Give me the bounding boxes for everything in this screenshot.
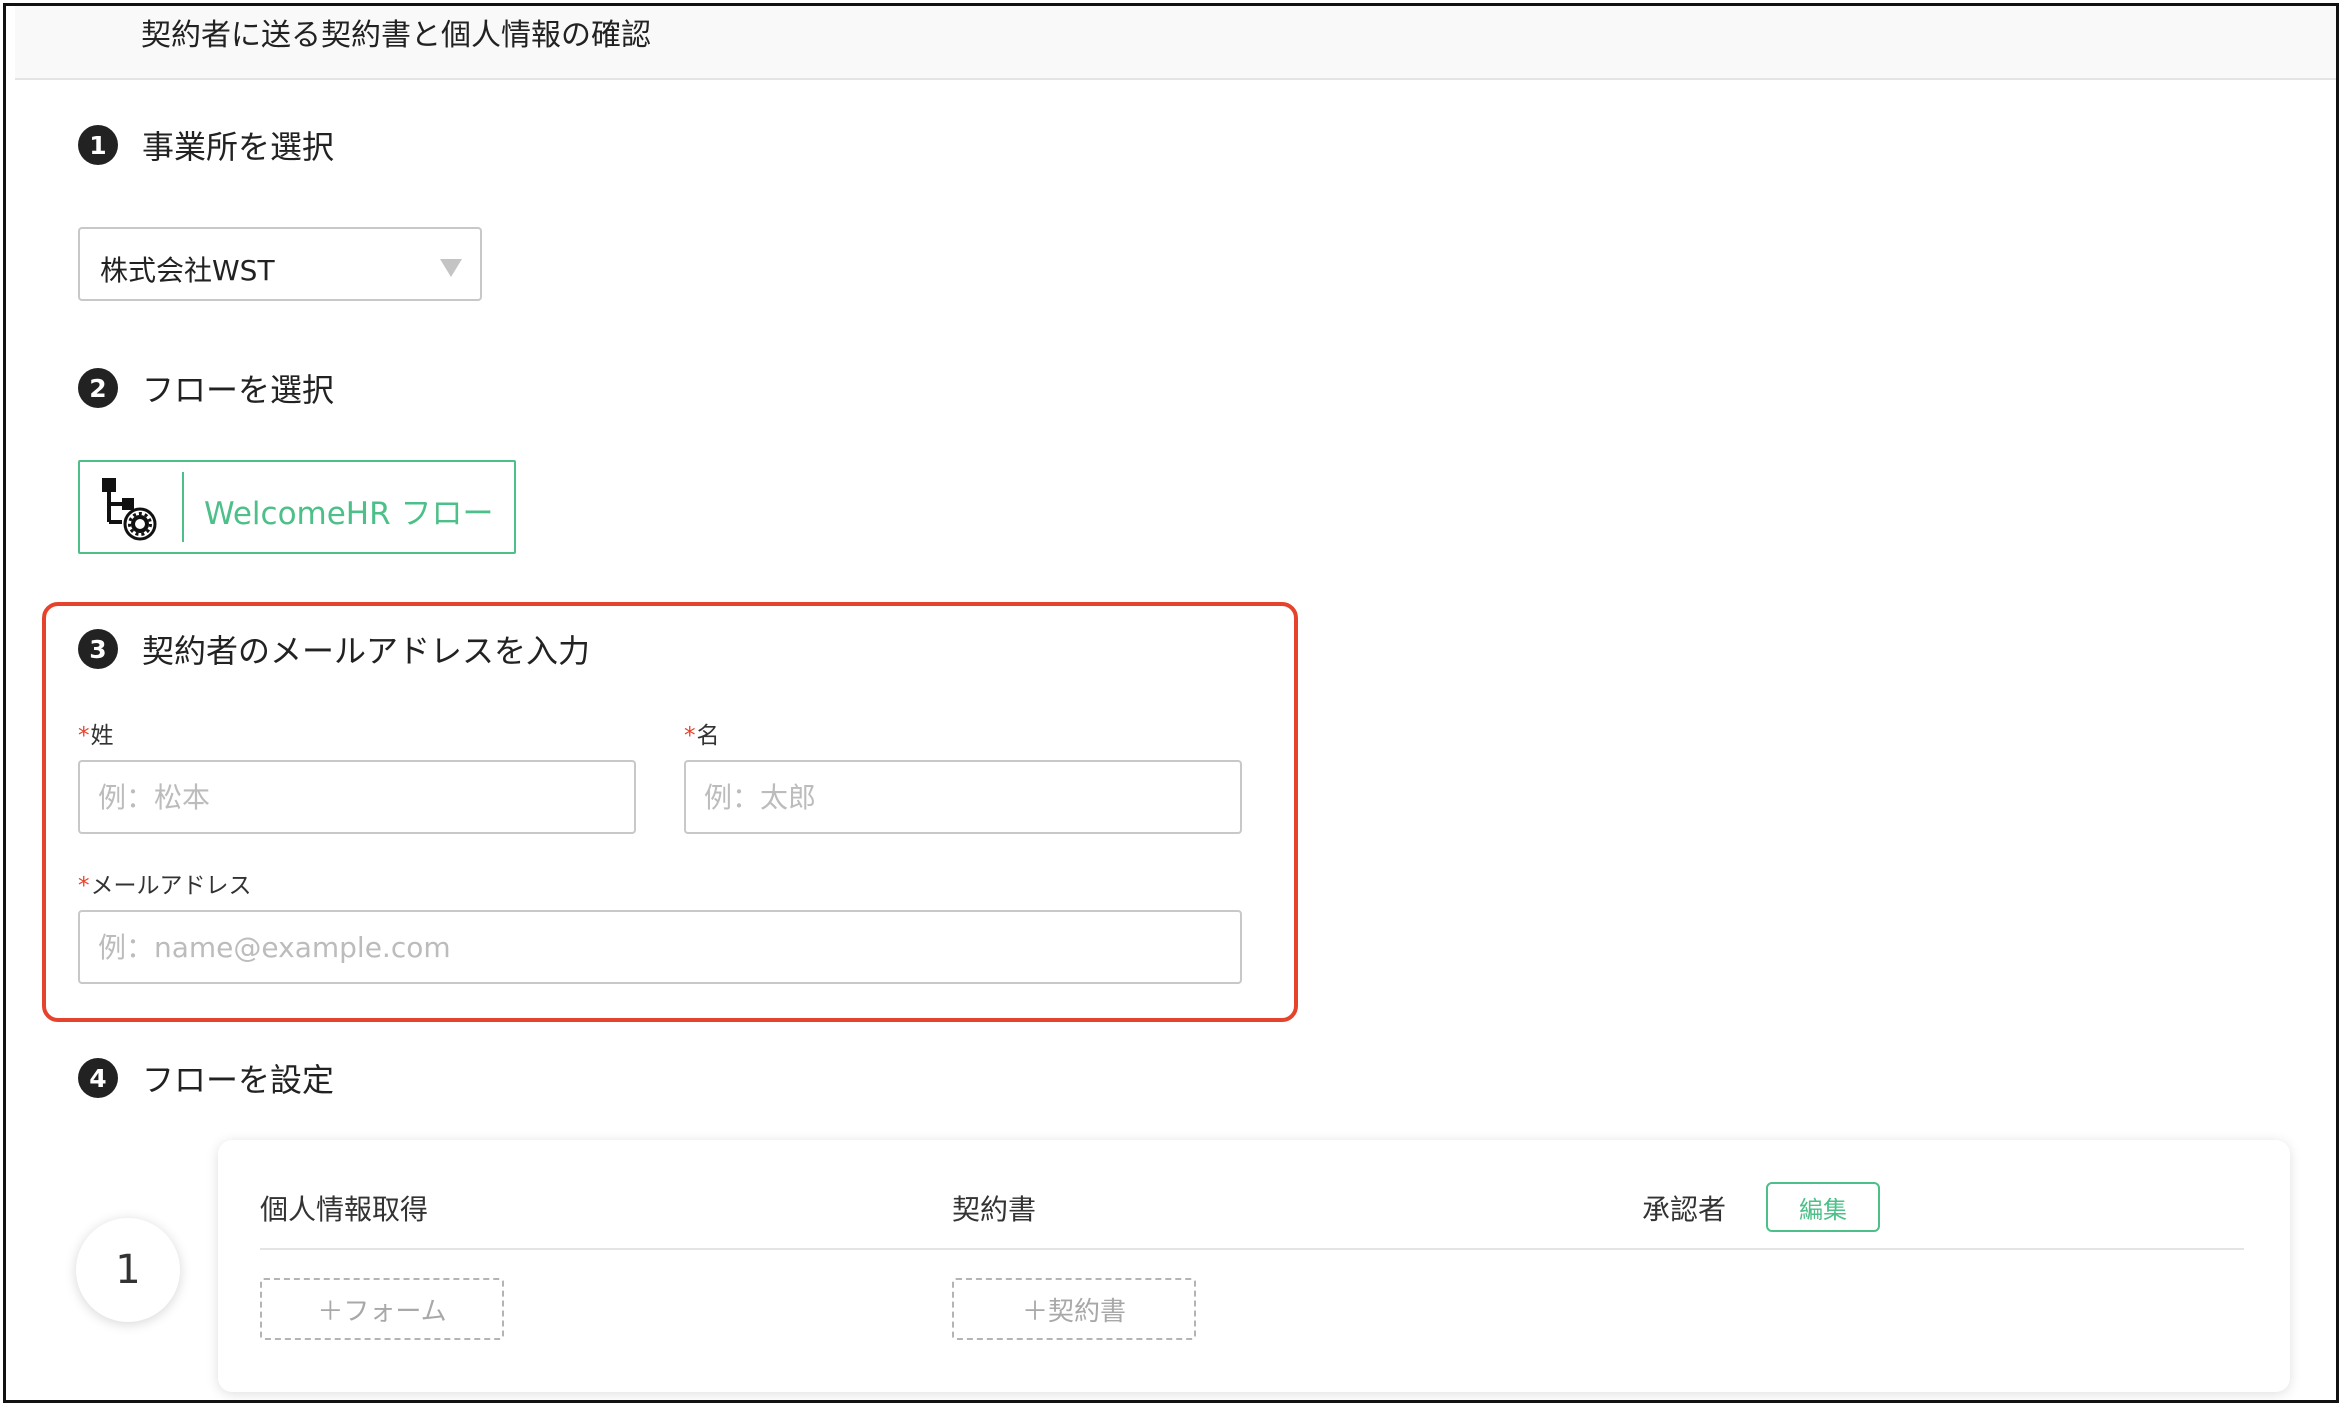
flow-row-number: 1: [76, 1218, 180, 1322]
first-name-label: *名: [684, 723, 720, 749]
flow-settings-card: 個人情報取得 契約書 承認者 編集 ＋フォーム ＋契約書: [218, 1140, 2290, 1392]
flow-select-label: WelcomeHR フロー: [204, 496, 494, 532]
office-select-value: 株式会社WST: [100, 254, 275, 287]
email-input[interactable]: [78, 910, 1242, 984]
add-form-button[interactable]: ＋フォーム: [260, 1278, 504, 1340]
flow-button-divider: [182, 472, 184, 542]
required-mark: *: [78, 873, 90, 899]
add-contract-button[interactable]: ＋契約書: [952, 1278, 1196, 1340]
email-label: *メールアドレス: [78, 873, 252, 899]
last-name-label: *姓: [78, 723, 114, 749]
step-number-2: 2: [78, 368, 118, 408]
step-2-header: 2 フローを選択: [78, 365, 334, 411]
personal-info-column-header: 個人情報取得: [260, 1193, 429, 1226]
approver-column-header: 承認者: [1642, 1193, 1727, 1226]
step-3-header: 3 契約者のメールアドレスを入力: [78, 626, 590, 672]
step-number-4: 4: [78, 1058, 118, 1098]
step-1-title: 事業所を選択: [142, 128, 335, 166]
page-title: 契約者に送る契約書と個人情報の確認: [141, 18, 651, 53]
last-name-input[interactable]: [78, 760, 636, 834]
first-name-input[interactable]: [684, 760, 1242, 834]
step-4-title: フローを設定: [142, 1061, 335, 1099]
office-select[interactable]: 株式会社WST: [78, 227, 482, 301]
flow-select-button[interactable]: WelcomeHR フロー: [78, 460, 516, 554]
page-header: 契約者に送る契約書と個人情報の確認: [15, 6, 2336, 80]
main-panel: 契約者に送る契約書と個人情報の確認 1 事業所を選択 株式会社WST 2 フロー…: [3, 3, 2339, 1403]
step-number-1: 1: [78, 125, 118, 165]
flow-gear-icon: [102, 478, 157, 541]
required-mark: *: [684, 723, 696, 749]
contract-column-header: 契約書: [952, 1193, 1037, 1226]
edit-approver-button[interactable]: 編集: [1766, 1182, 1880, 1232]
required-mark: *: [78, 723, 90, 749]
step-number-3: 3: [78, 629, 118, 669]
card-divider: [260, 1248, 2244, 1250]
chevron-down-icon: [440, 259, 462, 277]
step-3-title: 契約者のメールアドレスを入力: [142, 632, 591, 670]
step-4-header: 4 フローを設定: [78, 1055, 334, 1101]
step-1-header: 1 事業所を選択: [78, 122, 334, 168]
step-2-title: フローを選択: [142, 371, 335, 409]
